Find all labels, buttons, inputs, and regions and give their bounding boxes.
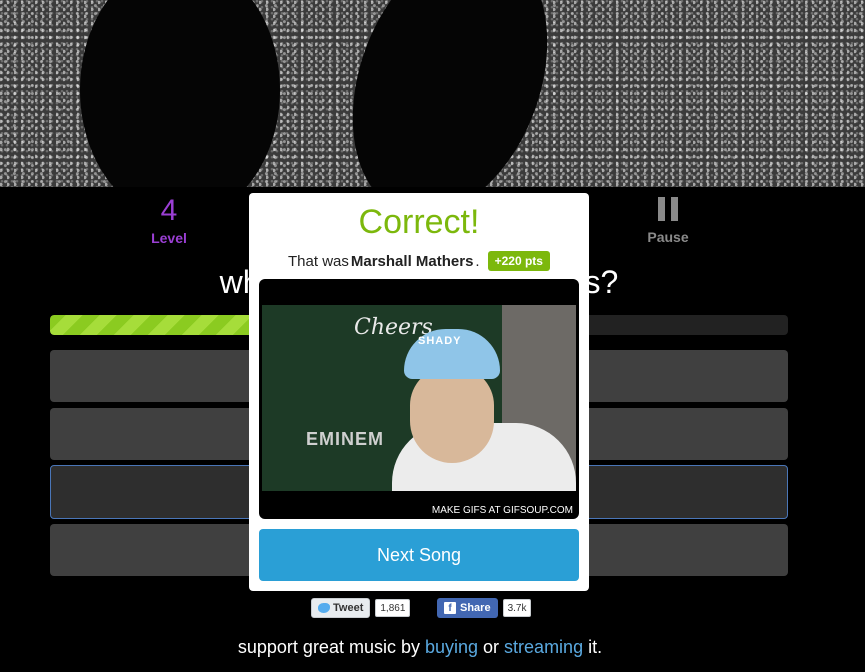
- share-count: 3.7k: [502, 599, 532, 617]
- footer-suffix: it.: [583, 637, 603, 657]
- level-stat: 4 Level: [99, 191, 239, 246]
- tweet-button[interactable]: Tweet: [311, 598, 371, 618]
- facebook-icon: f: [444, 602, 456, 614]
- result-modal: Correct! That was Marshall Mathers . +22…: [249, 193, 589, 591]
- pause-icon: [658, 197, 678, 221]
- share-label: Share: [460, 602, 491, 614]
- tweet-count: 1,861: [375, 599, 411, 617]
- footer-prefix: support great music by: [237, 637, 425, 657]
- gif-image: Cheers EMINEM SHADY: [262, 305, 576, 491]
- hero-shadow-shape: [80, 0, 280, 187]
- gif-person-face: [410, 367, 494, 463]
- subtitle-prefix: That was: [288, 252, 349, 270]
- share-group: f Share 3.7k: [437, 598, 532, 618]
- level-label: Level: [151, 230, 187, 246]
- buying-link[interactable]: buying: [425, 637, 478, 657]
- hero-background-image: [0, 0, 865, 187]
- modal-title: Correct!: [358, 203, 480, 241]
- gif-cap-text: SHADY: [418, 335, 462, 347]
- pause-label: Pause: [647, 229, 689, 245]
- tweet-label: Tweet: [333, 602, 364, 614]
- gif-caption: MAKE GIFS AT GIFSOUP.COM: [431, 505, 573, 516]
- streaming-link[interactable]: streaming: [504, 637, 583, 657]
- level-value: 4: [160, 194, 178, 227]
- twitter-bird-icon: [318, 603, 330, 613]
- gif-brand-text: EMINEM: [306, 429, 384, 449]
- points-badge: +220 pts: [487, 251, 550, 271]
- facebook-share-button[interactable]: f Share: [437, 598, 498, 618]
- subtitle-suffix: .: [475, 252, 480, 270]
- artist-gif: Cheers EMINEM SHADY MAKE GIFS AT GIFSOUP…: [259, 279, 579, 519]
- pause-button[interactable]: Pause: [598, 191, 738, 245]
- modal-subtitle: That was Marshall Mathers . +220 pts: [249, 251, 589, 271]
- artist-name: Marshall Mathers: [350, 252, 474, 270]
- tweet-group: Tweet 1,861: [311, 598, 411, 618]
- footer-middle: or: [478, 637, 505, 657]
- next-song-button[interactable]: Next Song: [259, 529, 579, 581]
- question-text-right: s?: [584, 264, 619, 300]
- footer-text: support great music by buying or streami…: [0, 637, 840, 658]
